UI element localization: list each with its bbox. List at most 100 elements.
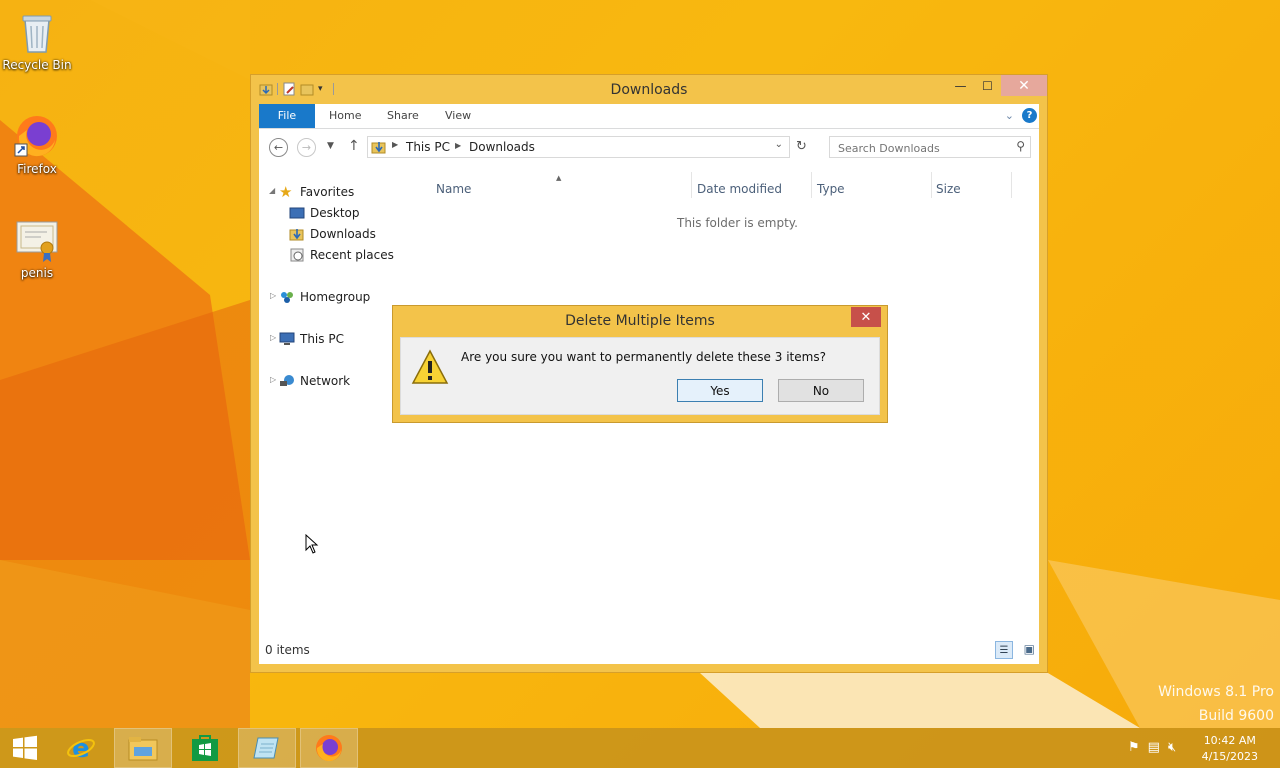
- os-edition-watermark: Windows 8.1 Pro: [1158, 684, 1274, 700]
- search-box[interactable]: ⚲: [829, 136, 1031, 158]
- warning-icon: [411, 349, 449, 384]
- column-type[interactable]: Type: [817, 182, 845, 196]
- details-view-icon[interactable]: ☰: [995, 641, 1013, 659]
- system-tray: ⚑ ▤ 🔇︎: [1128, 740, 1176, 755]
- search-icon[interactable]: ⚲: [1016, 139, 1025, 153]
- status-bar: 0 items ☰ ▣: [259, 636, 1039, 664]
- expand-ribbon-icon[interactable]: ⌄: [1005, 109, 1014, 122]
- nav-downloads[interactable]: Downloads: [289, 224, 376, 244]
- expand-this-pc-icon[interactable]: ▷: [270, 333, 276, 342]
- column-divider: [811, 172, 812, 198]
- nav-favorites[interactable]: ★ Favorites: [279, 182, 354, 202]
- recent-locations-icon[interactable]: ▼: [327, 141, 334, 151]
- refresh-button[interactable]: ↻: [796, 139, 807, 154]
- nav-homegroup-label: Homegroup: [300, 290, 371, 304]
- breadcrumb-separator: ▶: [455, 141, 462, 150]
- recycle-bin-icon: [13, 8, 61, 56]
- dialog-title: Delete Multiple Items: [565, 313, 715, 329]
- dialog-message: Are you sure you want to permanently del…: [461, 350, 826, 364]
- computer-icon: [279, 332, 295, 345]
- taskbar-notepad[interactable]: [238, 728, 296, 768]
- no-button[interactable]: No: [778, 379, 864, 402]
- ribbon-tabs: File Home Share View ⌄ ?: [259, 104, 1039, 129]
- taskbar-file-explorer[interactable]: [114, 728, 172, 768]
- item-count: 0 items: [265, 643, 310, 657]
- window-title: Downloads: [610, 82, 688, 98]
- nav-this-pc-label: This PC: [300, 332, 344, 346]
- minimize-button[interactable]: —: [947, 75, 974, 96]
- address-dropdown-icon[interactable]: ⌄: [775, 139, 783, 150]
- breadcrumb-downloads[interactable]: Downloads: [469, 140, 535, 154]
- firefox-taskbar-icon: [316, 735, 342, 762]
- large-icons-view-icon[interactable]: ▣: [1024, 642, 1035, 656]
- recycle-bin-label: Recycle Bin: [2, 58, 72, 72]
- back-button[interactable]: ←: [269, 138, 288, 157]
- action-center-flag-icon[interactable]: ⚑: [1128, 740, 1140, 755]
- tab-share[interactable]: Share: [387, 104, 419, 128]
- clock[interactable]: 10:42 AM 4/15/2023: [1202, 733, 1258, 765]
- dialog-close-button[interactable]: ✕: [851, 307, 881, 327]
- recent-places-icon: [290, 248, 304, 262]
- column-divider: [691, 172, 692, 198]
- certificate-desktop-icon[interactable]: penis: [0, 216, 74, 280]
- delete-dialog: Delete Multiple Items ✕ Are you sure you…: [392, 305, 888, 423]
- clock-date: 4/15/2023: [1201, 750, 1258, 763]
- file-explorer-icon: [128, 737, 158, 761]
- taskbar-firefox[interactable]: [300, 728, 358, 768]
- nav-homegroup[interactable]: Homegroup: [279, 287, 370, 307]
- tab-file[interactable]: File: [259, 104, 315, 128]
- taskbar-internet-explorer[interactable]: e: [52, 728, 110, 768]
- certificate-label: penis: [20, 266, 54, 280]
- recycle-bin-desktop-icon[interactable]: Recycle Bin: [0, 8, 74, 72]
- nav-desktop[interactable]: Desktop: [289, 203, 360, 223]
- close-button[interactable]: ✕: [1001, 75, 1047, 96]
- nav-network[interactable]: Network: [279, 371, 350, 391]
- firefox-icon: [13, 112, 61, 160]
- volume-muted-icon[interactable]: 🔇︎: [1168, 740, 1176, 755]
- dialog-body: Are you sure you want to permanently del…: [400, 337, 880, 415]
- firefox-desktop-icon[interactable]: Firefox: [0, 112, 74, 176]
- breadcrumb-separator: ▶: [392, 140, 399, 149]
- navigation-pane: ◢ ★ Favorites Desktop Downloads Recent p…: [259, 172, 409, 634]
- svg-text:e: e: [72, 734, 90, 763]
- start-button[interactable]: [0, 728, 50, 768]
- store-icon: [192, 735, 218, 761]
- window-controls: — ☐ ✕: [947, 75, 1047, 96]
- maximize-button[interactable]: ☐: [974, 75, 1001, 96]
- taskbar-store[interactable]: [176, 728, 234, 768]
- column-size[interactable]: Size: [936, 182, 961, 196]
- column-date-modified[interactable]: Date modified: [697, 182, 782, 196]
- nav-this-pc[interactable]: This PC: [279, 329, 344, 349]
- yes-button[interactable]: Yes: [677, 379, 763, 402]
- nav-recent-places-label: Recent places: [310, 248, 394, 262]
- collapse-favorites-icon[interactable]: ◢: [269, 186, 275, 195]
- expand-network-icon[interactable]: ▷: [270, 375, 276, 384]
- help-icon[interactable]: ?: [1022, 108, 1037, 123]
- nav-favorites-label: Favorites: [300, 185, 355, 199]
- nav-downloads-label: Downloads: [310, 227, 376, 241]
- notepad-icon: [253, 737, 279, 759]
- sort-indicator-icon: ▲: [556, 174, 562, 182]
- downloads-folder-icon: [371, 142, 386, 154]
- forward-button[interactable]: →: [297, 138, 316, 157]
- up-button[interactable]: ↑: [348, 138, 360, 154]
- column-divider: [931, 172, 932, 198]
- tab-view[interactable]: View: [445, 104, 471, 128]
- os-build-watermark: Build 9600: [1198, 708, 1274, 724]
- homegroup-icon: [281, 292, 293, 303]
- taskbar: e ⚑ ▤ 🔇︎ 10:42 AM 4/15/2023: [0, 728, 1280, 768]
- column-name[interactable]: Name: [436, 182, 471, 196]
- network-tray-icon[interactable]: ▤: [1148, 740, 1160, 755]
- clock-time: 10:42 AM: [1203, 734, 1256, 747]
- search-input[interactable]: [836, 138, 1010, 158]
- title-bar[interactable]: ▾ Downloads — ☐ ✕: [251, 75, 1047, 104]
- empty-folder-message: This folder is empty.: [677, 216, 798, 230]
- breadcrumb-this-pc[interactable]: This PC: [406, 140, 450, 154]
- address-bar[interactable]: ▶ This PC ▶ Downloads ⌄: [367, 136, 790, 158]
- tab-home[interactable]: Home: [329, 104, 361, 128]
- network-icon: [280, 375, 294, 386]
- navigation-bar: ← → ▼ ↑ ▶ This PC ▶ Downloads ⌄ ↻ ⚲: [259, 129, 1039, 165]
- expand-homegroup-icon[interactable]: ▷: [270, 291, 276, 300]
- nav-recent-places[interactable]: Recent places: [289, 245, 394, 265]
- star-icon: ★: [279, 183, 293, 201]
